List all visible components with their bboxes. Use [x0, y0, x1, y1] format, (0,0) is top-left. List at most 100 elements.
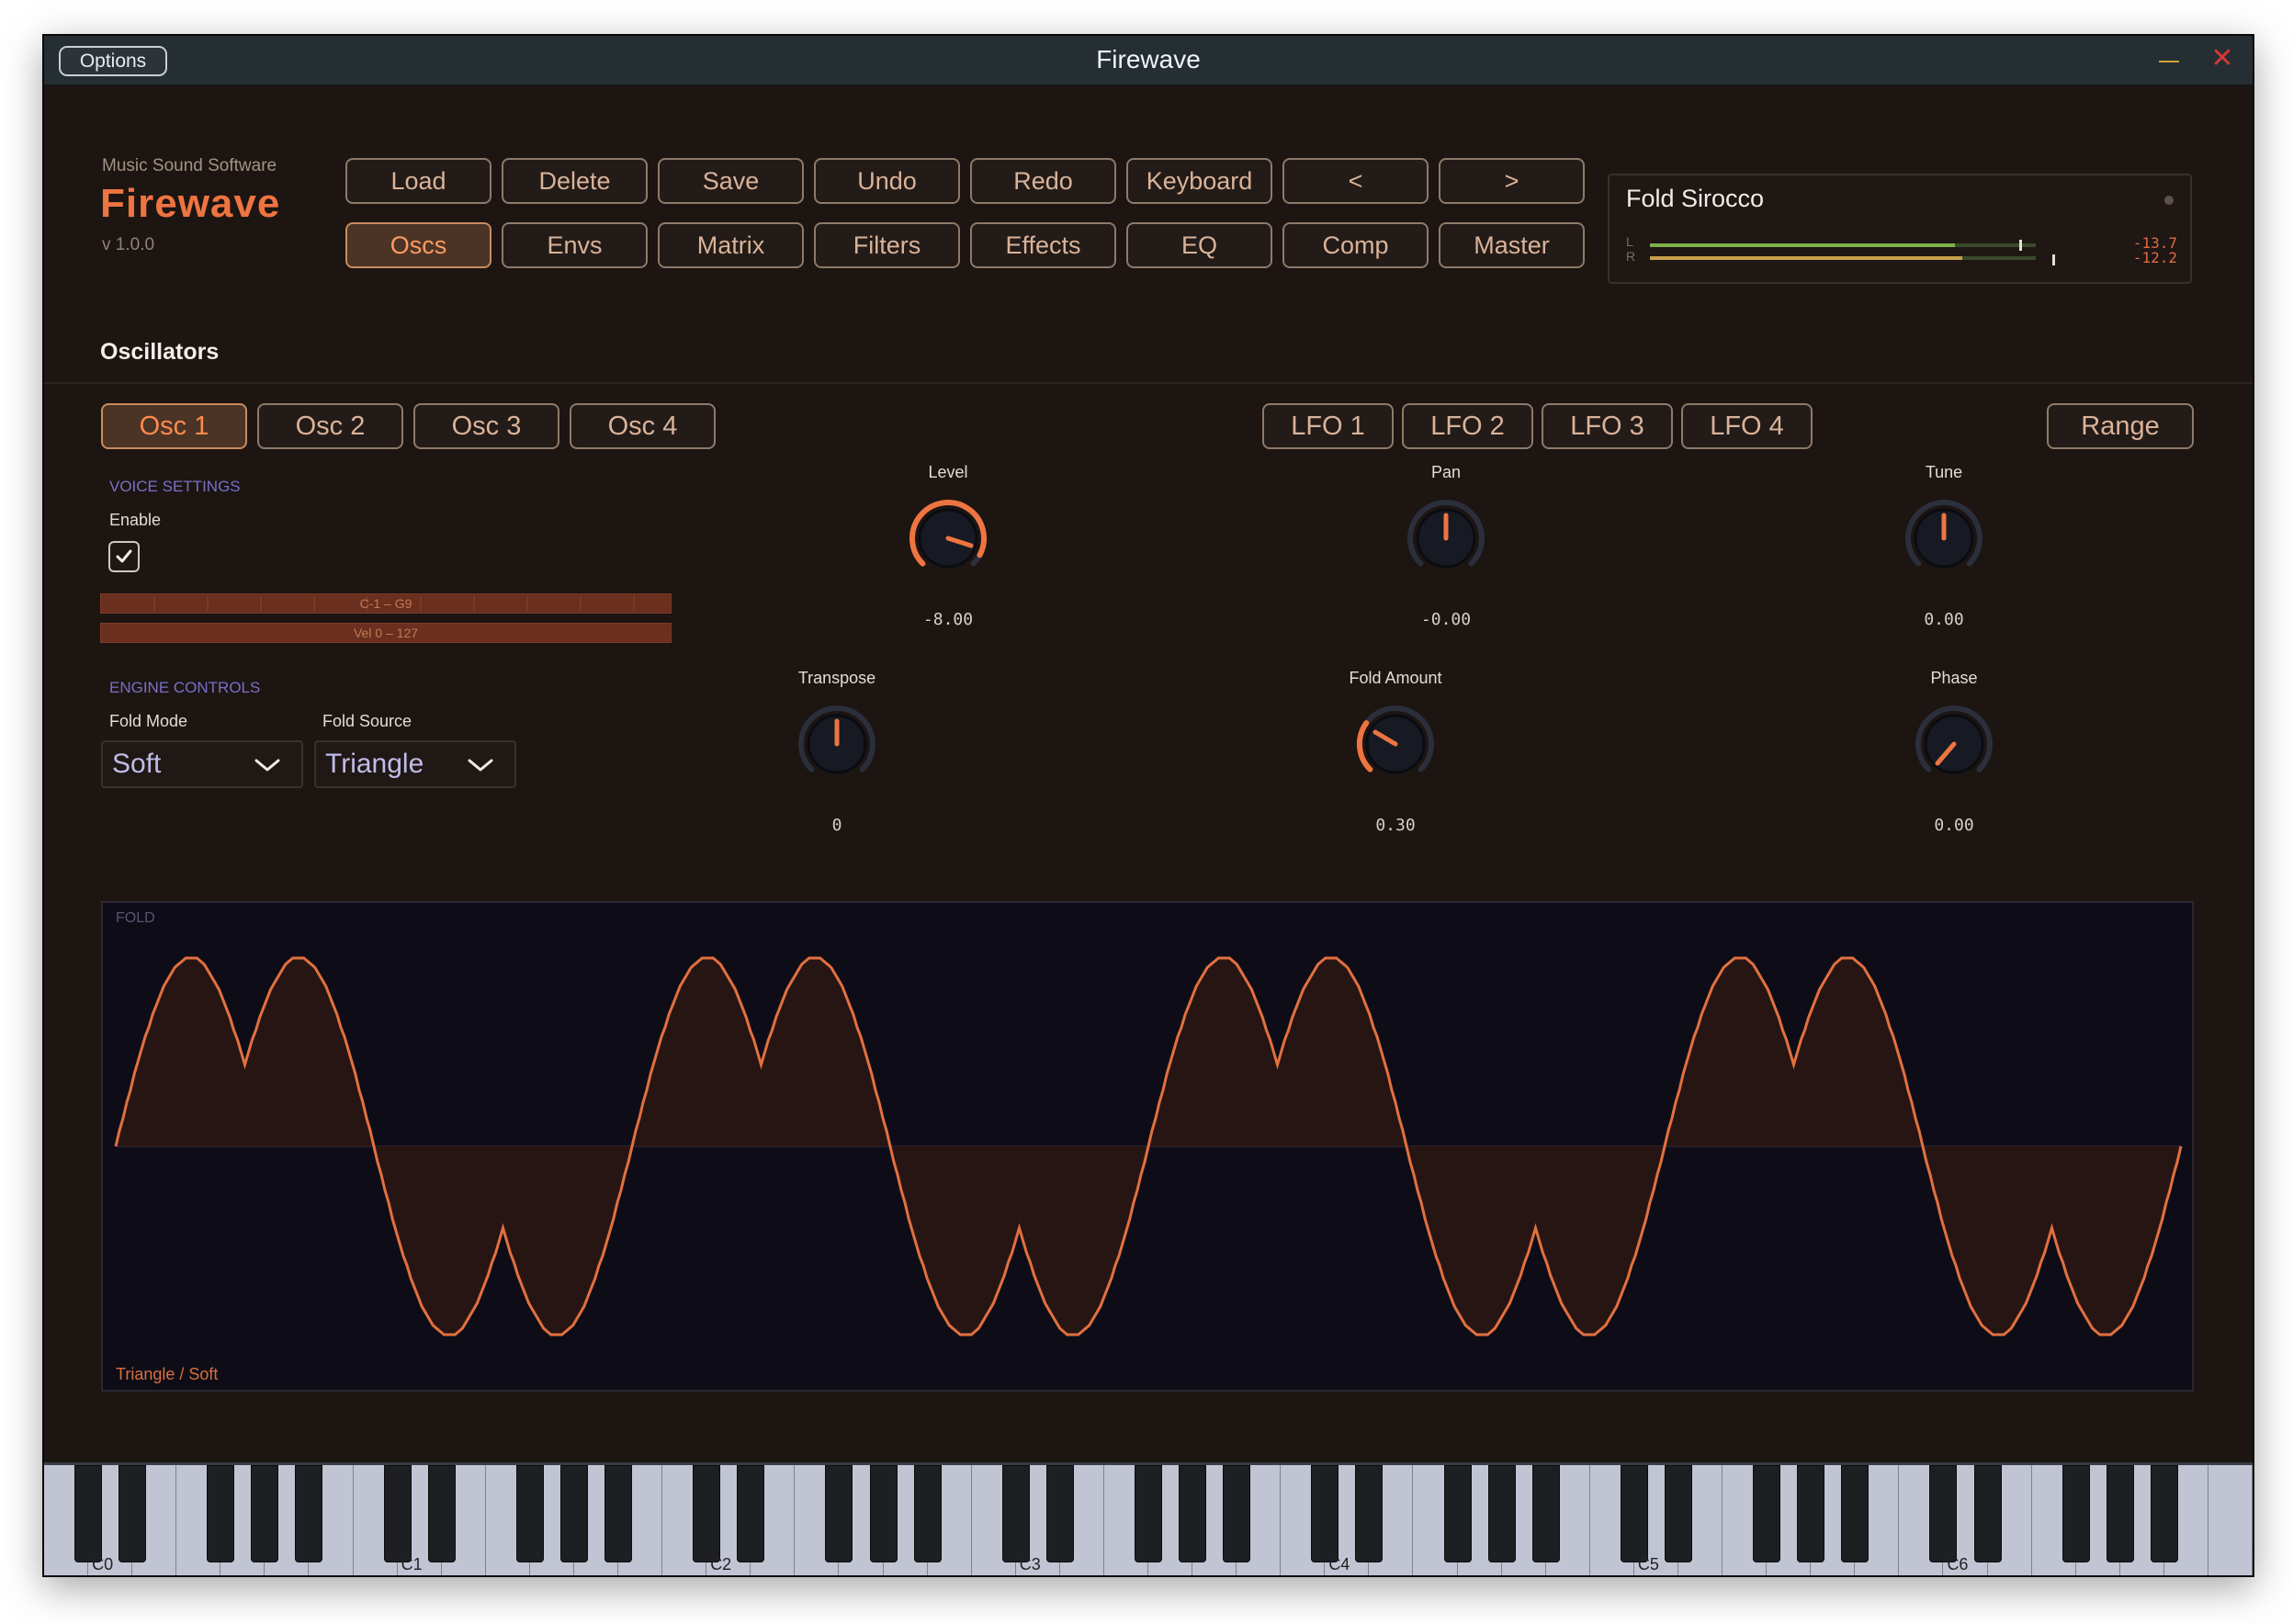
- redo-button[interactable]: Redo: [970, 158, 1116, 204]
- black-key[interactable]: [1443, 1465, 1472, 1562]
- fold-source-label: Fold Source: [322, 712, 412, 730]
- black-key[interactable]: [913, 1465, 942, 1562]
- tune-knob[interactable]: [1889, 483, 1999, 593]
- status-dot-icon: [2164, 196, 2174, 205]
- black-key[interactable]: [295, 1465, 323, 1562]
- black-key[interactable]: [1664, 1465, 1692, 1562]
- fold-amount-label: Fold Amount: [1349, 669, 1442, 687]
- level-knob-group: Level -8.00: [838, 463, 1058, 647]
- black-key[interactable]: [383, 1465, 412, 1562]
- key-octave-label: C2: [710, 1555, 732, 1573]
- black-key[interactable]: [2150, 1465, 2178, 1562]
- black-key[interactable]: [207, 1465, 235, 1562]
- velocity-range-bar[interactable]: Vel 0 – 127: [100, 623, 672, 643]
- meter-right-label: R: [1626, 249, 1636, 264]
- tab-master[interactable]: Master: [1439, 222, 1585, 268]
- keyboard-button[interactable]: Keyboard: [1126, 158, 1272, 204]
- tab-lfo-3[interactable]: LFO 3: [1542, 403, 1673, 449]
- tab-lfo-2[interactable]: LFO 2: [1402, 403, 1533, 449]
- black-key[interactable]: [1355, 1465, 1384, 1562]
- meter-right-peak: [2052, 254, 2055, 265]
- tune-value: 0.00: [1924, 610, 1964, 629]
- black-key[interactable]: [1179, 1465, 1207, 1562]
- black-key[interactable]: [74, 1465, 103, 1562]
- preset-display[interactable]: Fold Sirocco L R -13.7 -12.2: [1608, 174, 2192, 284]
- key-octave-label: C3: [1019, 1555, 1041, 1573]
- undo-button[interactable]: Undo: [814, 158, 960, 204]
- fold-amount-knob-group: Fold Amount 0.30: [1285, 669, 1506, 852]
- save-button[interactable]: Save: [658, 158, 804, 204]
- fold-source-value: Triangle: [325, 749, 424, 779]
- tab-osc-4[interactable]: Osc 4: [570, 403, 716, 449]
- black-key[interactable]: [1973, 1465, 2002, 1562]
- meter-right-fill: [1650, 256, 1963, 260]
- tab-osc-2[interactable]: Osc 2: [257, 403, 403, 449]
- meter-left: [1650, 243, 2036, 247]
- black-key[interactable]: [251, 1465, 279, 1562]
- close-icon[interactable]: ✕: [2208, 45, 2236, 73]
- black-key[interactable]: [2106, 1465, 2134, 1562]
- black-key[interactable]: [1841, 1465, 1869, 1562]
- key-range-bar[interactable]: C-1 – G9: [100, 593, 672, 614]
- engine-controls-heading: ENGINE CONTROLS: [109, 679, 261, 696]
- phase-knob[interactable]: [1899, 689, 2009, 799]
- meter-right: [1650, 256, 2036, 260]
- black-key[interactable]: [1001, 1465, 1030, 1562]
- prev-preset-button[interactable]: <: [1282, 158, 1429, 204]
- black-key[interactable]: [427, 1465, 456, 1562]
- black-key[interactable]: [1531, 1465, 1560, 1562]
- key-octave-label: C4: [1328, 1555, 1350, 1573]
- black-key[interactable]: [1929, 1465, 1958, 1562]
- waveform-caption: Triangle / Soft: [116, 1365, 219, 1383]
- black-key[interactable]: [1135, 1465, 1162, 1562]
- pan-knob[interactable]: [1391, 483, 1501, 593]
- tab-envs[interactable]: Envs: [502, 222, 648, 268]
- black-key[interactable]: [1620, 1465, 1648, 1562]
- pan-label: Pan: [1430, 463, 1462, 481]
- black-key[interactable]: [1753, 1465, 1781, 1562]
- fold-source-select[interactable]: Triangle: [314, 740, 516, 788]
- black-key[interactable]: [737, 1465, 765, 1562]
- next-preset-button[interactable]: >: [1439, 158, 1585, 204]
- black-key[interactable]: [1223, 1465, 1251, 1562]
- tab-comp[interactable]: Comp: [1282, 222, 1429, 268]
- tab-osc-1[interactable]: Osc 1: [101, 403, 247, 449]
- piano-keyboard[interactable]: C0C1C2C3C4C5C6C7: [44, 1462, 2253, 1575]
- tab-lfo-1[interactable]: LFO 1: [1262, 403, 1394, 449]
- black-key[interactable]: [825, 1465, 853, 1562]
- plugin-window: Options Firewave ✕ Music Sound Software …: [42, 34, 2254, 1577]
- tab-osc-3[interactable]: Osc 3: [413, 403, 559, 449]
- tab-eq[interactable]: EQ: [1126, 222, 1272, 268]
- enable-checkbox[interactable]: [108, 541, 140, 572]
- minimize-icon[interactable]: [2159, 61, 2179, 62]
- tune-label: Tune: [1925, 463, 1963, 481]
- black-key[interactable]: [1487, 1465, 1516, 1562]
- black-key[interactable]: [869, 1465, 898, 1562]
- tab-oscs[interactable]: Oscs: [345, 222, 491, 268]
- phase-knob-group: Phase 0.00: [1844, 669, 2064, 852]
- fold-mode-select[interactable]: Soft: [101, 740, 303, 788]
- black-key[interactable]: [2061, 1465, 2090, 1562]
- level-knob[interactable]: [893, 483, 1003, 593]
- white-key[interactable]: [2208, 1465, 2253, 1575]
- tab-filters[interactable]: Filters: [814, 222, 960, 268]
- preset-name: Fold Sirocco: [1626, 185, 1765, 212]
- tab-matrix[interactable]: Matrix: [658, 222, 804, 268]
- range-button[interactable]: Range: [2047, 403, 2194, 449]
- black-key[interactable]: [693, 1465, 721, 1562]
- tab-effects[interactable]: Effects: [970, 222, 1116, 268]
- voice-settings-heading: VOICE SETTINGS: [109, 478, 241, 495]
- meter-left-fill: [1650, 243, 1955, 247]
- black-key[interactable]: [1311, 1465, 1339, 1562]
- black-key[interactable]: [559, 1465, 588, 1562]
- black-key[interactable]: [515, 1465, 544, 1562]
- black-key[interactable]: [1797, 1465, 1825, 1562]
- load-button[interactable]: Load: [345, 158, 491, 204]
- tab-lfo-4[interactable]: LFO 4: [1681, 403, 1813, 449]
- black-key[interactable]: [119, 1465, 147, 1562]
- black-key[interactable]: [604, 1465, 633, 1562]
- transpose-knob[interactable]: [782, 689, 892, 799]
- fold-amount-knob[interactable]: [1340, 689, 1451, 799]
- delete-button[interactable]: Delete: [502, 158, 648, 204]
- black-key[interactable]: [1045, 1465, 1074, 1562]
